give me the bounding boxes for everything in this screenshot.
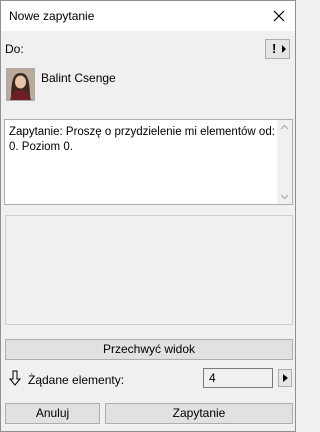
- triangle-right-icon: [283, 374, 288, 382]
- close-button[interactable]: [269, 6, 289, 26]
- scroll-up-button[interactable]: [277, 120, 292, 135]
- preview-panel: [5, 215, 293, 325]
- chevron-down-icon: [280, 194, 289, 200]
- close-icon: [273, 10, 285, 22]
- triangle-right-icon: [282, 45, 286, 53]
- scroll-down-button[interactable]: [277, 189, 292, 204]
- to-label: Do:: [5, 42, 24, 56]
- requested-elements-stepper[interactable]: [278, 369, 292, 387]
- exclamation-icon: !: [272, 41, 277, 56]
- requested-elements-input[interactable]: 4: [203, 368, 273, 388]
- recipient-row: Balint Csenge: [1, 61, 295, 113]
- chevron-up-icon: [280, 124, 289, 130]
- submit-request-button[interactable]: Zapytanie: [105, 403, 293, 424]
- down-arrow-icon: [8, 370, 22, 389]
- message-scrollbar[interactable]: [277, 120, 292, 204]
- dialog-title: Nowe zapytanie: [9, 9, 95, 23]
- recipient-name: Balint Csenge: [41, 71, 116, 85]
- to-row: Do: !: [1, 31, 295, 61]
- message-textarea[interactable]: Zapytanie: Proszę o przydzielenie mi ele…: [4, 119, 293, 205]
- avatar: [6, 68, 35, 101]
- requested-elements-label: Żądane elementy:: [28, 373, 125, 387]
- cancel-button[interactable]: Anuluj: [5, 403, 100, 424]
- new-request-dialog: Nowe zapytanie Do: ! Balint Csenge Zapyt…: [0, 0, 296, 432]
- capture-view-button[interactable]: Przechwyć widok: [5, 339, 293, 360]
- priority-button[interactable]: !: [265, 39, 290, 59]
- title-bar: Nowe zapytanie: [1, 1, 295, 31]
- message-text: Zapytanie: Proszę o przydzielenie mi ele…: [9, 126, 275, 153]
- requested-elements-row: Żądane elementy: 4: [1, 367, 295, 391]
